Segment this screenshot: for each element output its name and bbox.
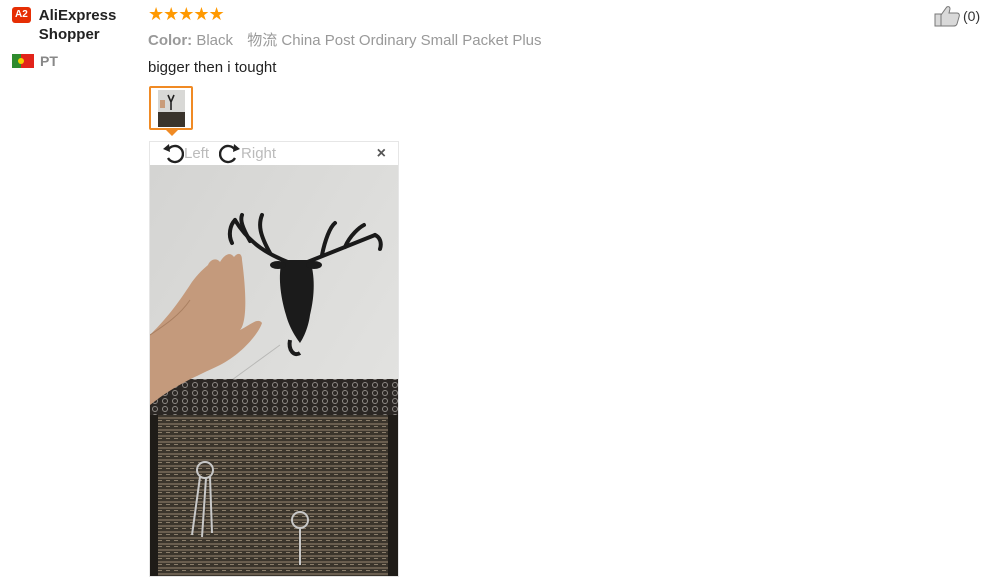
viewer-toolbar: Left Right × <box>150 142 398 164</box>
color-label: Color: <box>148 32 193 49</box>
thumbnail-image <box>158 90 185 127</box>
portugal-flag-icon <box>12 54 34 68</box>
review-photo-thumbnail[interactable] <box>149 86 193 130</box>
country-code: PT <box>40 53 58 69</box>
rotate-left-label: Left <box>184 144 210 162</box>
rotate-left-icon <box>163 144 184 164</box>
country: PT <box>12 53 142 69</box>
close-viewer-button[interactable]: × <box>377 145 386 163</box>
thumbs-up-icon <box>934 6 960 27</box>
rotate-left-button[interactable]: Left <box>162 142 209 164</box>
shipping-label: 物流 <box>247 32 278 49</box>
rotate-right-icon <box>219 144 241 164</box>
review-text: bigger then i tought <box>148 59 277 76</box>
star-rating: ★★★★★ <box>148 4 225 24</box>
like-count: (0) <box>963 8 981 24</box>
review-photo <box>150 165 398 576</box>
level-badge: A2 <box>12 7 31 23</box>
order-info: Color: Black 物流 China Post Ordinary Smal… <box>148 29 928 50</box>
rotate-right-button[interactable]: Right <box>219 142 276 164</box>
review-content: ★★★★★ Color: Black 物流 China Post Ordinar… <box>148 4 928 76</box>
shipping-value: China Post Ordinary Small Packet Plus <box>281 32 542 49</box>
rotate-right-label: Right <box>241 144 277 162</box>
user-line: A2 AliExpress Shopper <box>12 6 142 44</box>
thumbnail-pointer <box>166 130 178 136</box>
reviewer-info: A2 AliExpress Shopper PT <box>12 6 142 69</box>
helpful-like-button[interactable]: (0) <box>934 5 980 27</box>
color-value: Black <box>196 32 234 49</box>
user-name: AliExpress Shopper <box>38 7 117 43</box>
image-viewer: Left Right × <box>149 141 399 577</box>
